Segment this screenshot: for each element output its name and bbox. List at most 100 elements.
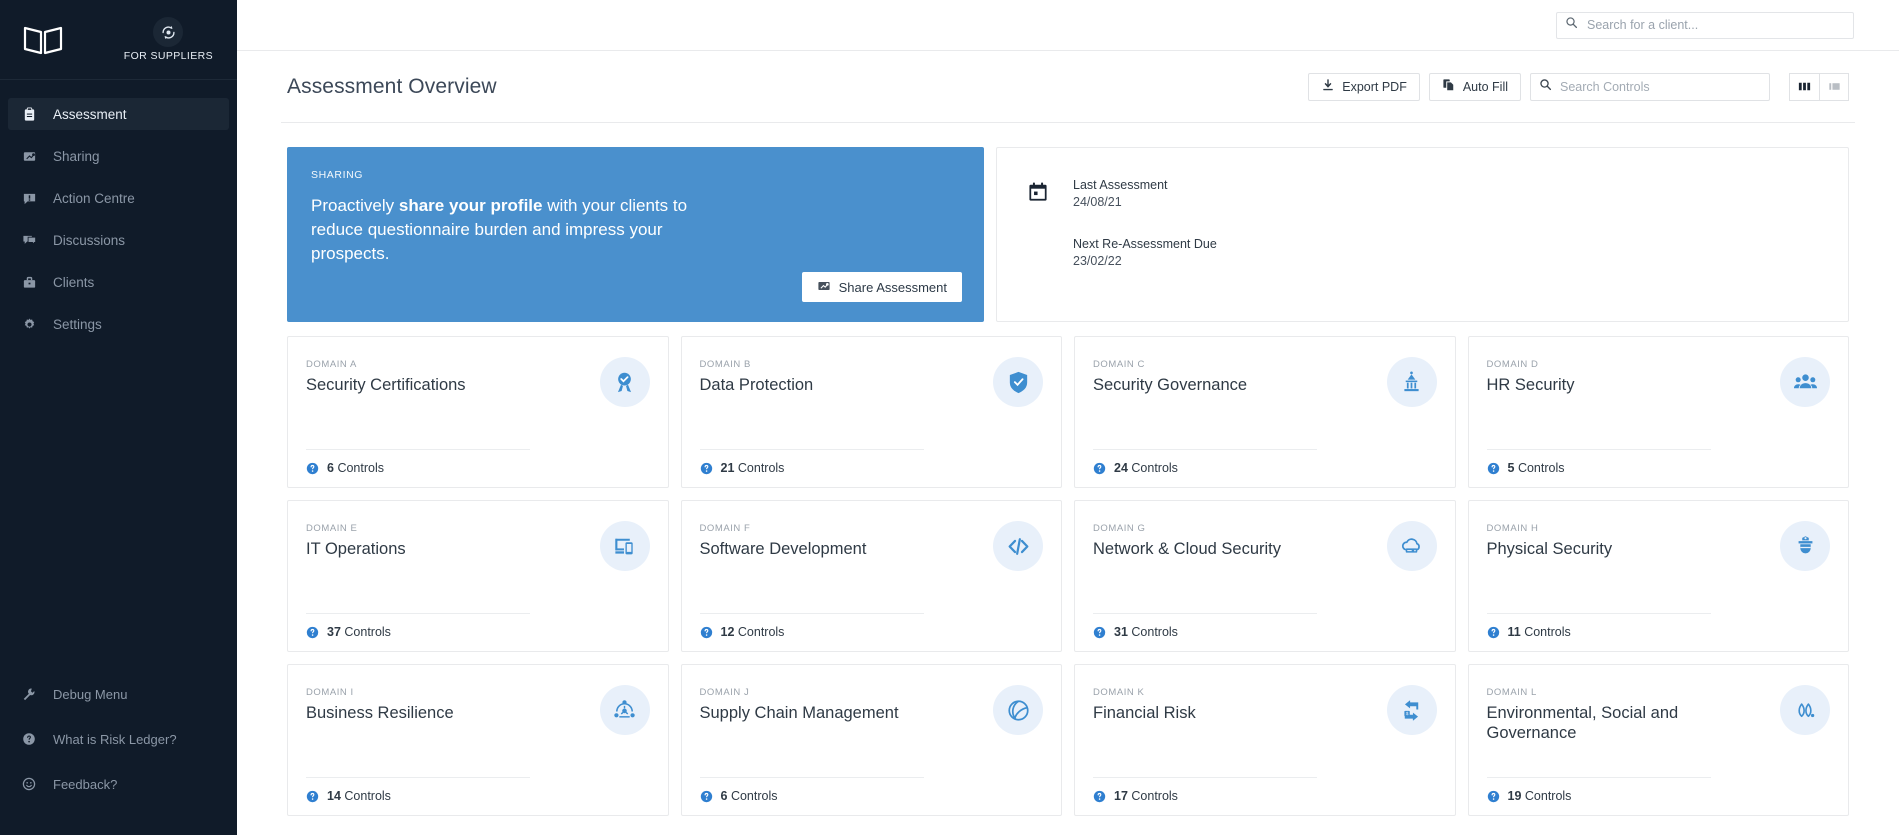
sidebar-item-clients[interactable]: Clients bbox=[8, 266, 229, 298]
sidebar-item-label: Sharing bbox=[53, 148, 100, 164]
domain-card-body: DOMAIN F Software Development bbox=[682, 501, 1062, 613]
sidebar-item-sharing[interactable]: Sharing bbox=[8, 140, 229, 172]
sidebar-item-discussions[interactable]: Discussions bbox=[8, 224, 229, 256]
domain-card-body: DOMAIN D HR Security bbox=[1469, 337, 1849, 449]
auto-fill-button[interactable]: Auto Fill bbox=[1428, 72, 1521, 101]
export-pdf-button[interactable]: Export PDF bbox=[1308, 72, 1420, 101]
domain-card-text: DOMAIN L Environmental, Social and Gover… bbox=[1487, 687, 1781, 743]
sidebar-item-settings[interactable]: Settings bbox=[8, 308, 229, 340]
wrench-icon bbox=[22, 687, 44, 701]
domain-card[interactable]: DOMAIN C Security Governance 24 Controls bbox=[1074, 336, 1456, 488]
domain-kicker: DOMAIN G bbox=[1093, 523, 1146, 534]
sidebar-item-assessment[interactable]: Assessment bbox=[8, 98, 229, 130]
domain-controls-count: 6 Controls bbox=[327, 461, 384, 475]
page-toolbar: Export PDF Auto Fill bbox=[1308, 72, 1849, 101]
domain-card-body: DOMAIN J Supply Chain Management bbox=[682, 665, 1062, 777]
supplier-mode-switch[interactable]: FOR SUPPLIERS bbox=[124, 17, 221, 62]
sidebar-item-action-centre[interactable]: Action Centre bbox=[8, 182, 229, 214]
domain-card-body: DOMAIN A Security Certifications bbox=[288, 337, 668, 449]
open-book-logo-icon bbox=[22, 23, 64, 57]
code-brackets-icon bbox=[993, 521, 1043, 571]
share-icon bbox=[22, 149, 44, 164]
assessment-dates-text: Last Assessment 24/08/21 Next Re-Assessm… bbox=[1073, 176, 1217, 293]
domain-card[interactable]: DOMAIN I Business Resilience 14 Controls bbox=[287, 664, 669, 816]
question-circle-icon bbox=[1093, 790, 1106, 803]
domain-card-footer: 14 Controls bbox=[288, 777, 668, 815]
domain-title: Data Protection bbox=[699, 376, 814, 394]
share-icon bbox=[817, 279, 831, 296]
last-assessment-value: 24/08/21 bbox=[1073, 195, 1122, 209]
app-root: FOR SUPPLIERS Assessment Sharing Action … bbox=[0, 0, 1899, 835]
devices-icon bbox=[599, 521, 650, 571]
domain-controls-suffix: Controls bbox=[1131, 461, 1178, 475]
sidebar-item-feedback[interactable]: Feedback? bbox=[8, 768, 229, 800]
banner-text-pre: Proactively bbox=[311, 196, 399, 215]
domain-controls-number: 37 bbox=[327, 625, 341, 639]
domain-card-footer: 37 Controls bbox=[288, 613, 668, 651]
domain-controls-suffix: Controls bbox=[344, 625, 391, 639]
search-icon bbox=[1539, 78, 1552, 96]
domain-controls-suffix: Controls bbox=[344, 789, 391, 803]
sidebar-item-what-is-risk-ledger[interactable]: What is Risk Ledger? bbox=[8, 723, 229, 755]
domain-card[interactable]: DOMAIN G Network & Cloud Security 31 Con… bbox=[1074, 500, 1456, 652]
domain-title: Physical Security bbox=[1486, 540, 1613, 558]
domain-card-grid: DOMAIN A Security Certifications 6 Contr… bbox=[287, 336, 1849, 816]
award-ribbon-icon bbox=[599, 357, 650, 407]
grid-view-icon[interactable] bbox=[1789, 72, 1819, 101]
sidebar-item-label: Action Centre bbox=[53, 190, 135, 206]
domain-controls-number: 17 bbox=[1114, 789, 1128, 803]
domain-kicker: DOMAIN H bbox=[1486, 523, 1539, 534]
share-assessment-button[interactable]: Share Assessment bbox=[801, 272, 962, 302]
money-transfer-icon: $ bbox=[1386, 685, 1437, 735]
domain-card[interactable]: DOMAIN H Physical Security 11 Controls bbox=[1467, 500, 1849, 652]
main-content: Assessment Overview Export PDF bbox=[237, 0, 1899, 835]
switch-account-icon bbox=[153, 17, 184, 47]
domain-card-footer: 31 Controls bbox=[1075, 613, 1455, 651]
domain-controls-suffix: Controls bbox=[337, 461, 384, 475]
share-assessment-label: Share Assessment bbox=[838, 279, 947, 295]
domain-title: Security Certifications bbox=[306, 376, 466, 394]
security-guard-icon bbox=[1780, 521, 1830, 571]
government-building-icon bbox=[1386, 357, 1437, 407]
sidebar-footer-nav: Debug Menu What is Risk Ledger? Feedback… bbox=[0, 678, 237, 813]
client-search-input[interactable] bbox=[1587, 18, 1845, 32]
domain-card[interactable]: DOMAIN A Security Certifications 6 Contr… bbox=[287, 336, 669, 488]
domain-card[interactable]: DOMAIN E IT Operations 37 Controls bbox=[287, 500, 669, 652]
domain-card-text: DOMAIN F Software Development bbox=[700, 523, 994, 559]
domain-card[interactable]: DOMAIN B Data Protection 21 Controls bbox=[680, 336, 1062, 488]
domain-card-body: DOMAIN G Network & Cloud Security bbox=[1075, 501, 1455, 613]
banner-text-bold: share your profile bbox=[398, 196, 543, 215]
clipboard-icon bbox=[22, 106, 44, 122]
domain-card[interactable]: DOMAIN L Environmental, Social and Gover… bbox=[1467, 664, 1849, 816]
question-circle-icon bbox=[700, 626, 713, 639]
sidebar-header: FOR SUPPLIERS bbox=[0, 0, 237, 80]
domain-controls-number: 6 bbox=[327, 461, 334, 475]
domain-controls-number: 11 bbox=[1507, 625, 1521, 639]
domain-card[interactable]: DOMAIN D HR Security 5 Controls bbox=[1467, 336, 1849, 488]
domain-card-text: DOMAIN G Network & Cloud Security bbox=[1093, 523, 1387, 559]
people-group-icon bbox=[1780, 357, 1830, 407]
domain-card[interactable]: DOMAIN F Software Development 12 Control… bbox=[680, 500, 1062, 652]
assessment-dates-card: Last Assessment 24/08/21 Next Re-Assessm… bbox=[996, 147, 1849, 322]
domain-card-text: DOMAIN I Business Resilience bbox=[306, 687, 600, 723]
domain-card[interactable]: DOMAIN J Supply Chain Management 6 Contr… bbox=[680, 664, 1062, 816]
domain-card[interactable]: DOMAIN K Financial Risk $ 17 Controls bbox=[1074, 664, 1456, 816]
banner-kicker: SHARING bbox=[311, 169, 364, 181]
sidebar-item-debug-menu[interactable]: Debug Menu bbox=[8, 678, 229, 710]
sharing-banner: SHARING Proactively share your profile w… bbox=[287, 147, 984, 322]
question-circle-icon bbox=[1487, 790, 1500, 803]
question-circle-icon bbox=[1093, 462, 1106, 475]
client-search-box[interactable] bbox=[1556, 11, 1854, 39]
controls-search-box[interactable] bbox=[1530, 72, 1770, 101]
controls-search-input[interactable] bbox=[1560, 79, 1761, 94]
question-circle-icon bbox=[700, 790, 713, 803]
domain-card-text: DOMAIN C Security Governance bbox=[1093, 359, 1387, 395]
content-area: Assessment Overview Export PDF Auto Fill… bbox=[237, 51, 1899, 816]
domain-controls-suffix: Controls bbox=[1524, 625, 1571, 639]
list-view-icon[interactable] bbox=[1819, 72, 1849, 101]
domain-controls-suffix: Controls bbox=[1131, 789, 1178, 803]
domain-controls-count: 31 Controls bbox=[1114, 625, 1178, 639]
briefcase-icon bbox=[22, 275, 44, 290]
question-circle-icon bbox=[700, 462, 713, 475]
